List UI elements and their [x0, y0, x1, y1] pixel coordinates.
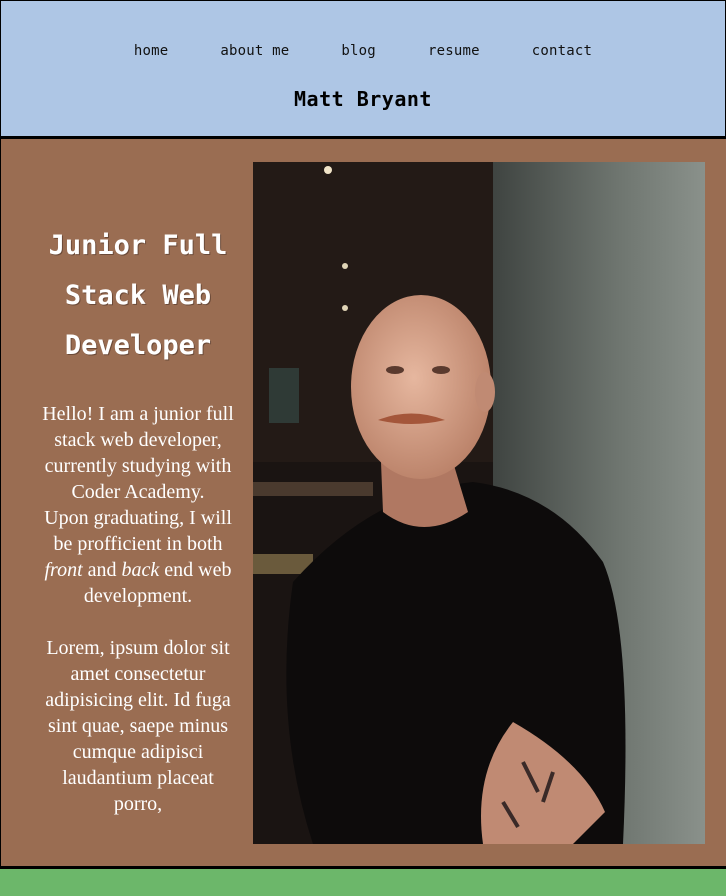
- site-footer: [0, 869, 726, 896]
- bio-and: and: [87, 559, 117, 581]
- portrait-photo: [253, 162, 705, 844]
- intro-section: Junior Full Stack Web Developer Hello! I…: [41, 221, 235, 817]
- bio-back: back: [121, 559, 160, 581]
- nav-resume-link[interactable]: resume: [428, 43, 480, 59]
- site-header: home about me blog resume contact Matt B…: [0, 0, 726, 139]
- bio-text: Hello! I am a junior full stack web deve…: [41, 401, 235, 609]
- nav-blog-link[interactable]: blog: [341, 43, 376, 59]
- bio-part1: Hello! I am a junior full stack web deve…: [42, 403, 234, 503]
- main-nav: home about me blog resume contact: [1, 43, 725, 59]
- nav-home-link[interactable]: home: [134, 43, 169, 59]
- bio-part2: Upon graduating, I will be profficient i…: [44, 507, 232, 555]
- bio-front: front: [44, 559, 83, 581]
- role-title: Junior Full Stack Web Developer: [48, 230, 228, 361]
- main-section: Junior Full Stack Web Developer Hello! I…: [0, 139, 726, 866]
- lorem-text: Lorem, ipsum dolor sit amet consectetur …: [45, 637, 231, 815]
- site-title: Matt Bryant: [294, 87, 432, 111]
- nav-contact-link[interactable]: contact: [532, 43, 592, 59]
- nav-about-link[interactable]: about me: [220, 43, 289, 59]
